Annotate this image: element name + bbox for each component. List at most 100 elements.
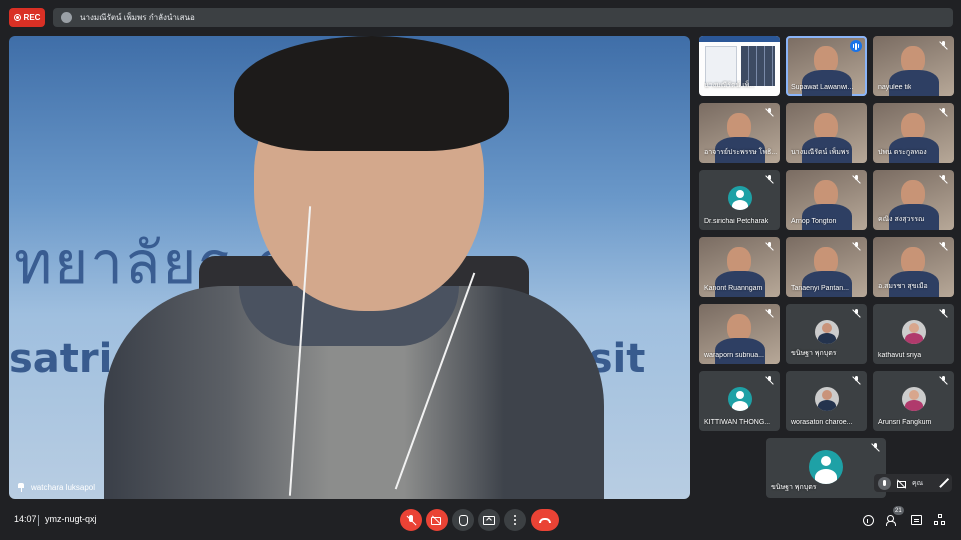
participant-name: ขนิษฐา พุกบุตร — [771, 484, 817, 491]
mic-off-icon — [871, 443, 880, 452]
meeting-details-button[interactable] — [861, 513, 875, 527]
participant-name: ขนิษฐา พุกบุตร — [791, 350, 837, 357]
participant-tile[interactable]: อ.สมรชา สุขเมือ — [873, 237, 954, 297]
participant-tile[interactable]: นางมณีรัตน์ เพ็... — [699, 36, 780, 96]
participant-tile[interactable]: waraporn subnua... — [699, 304, 780, 364]
participant-name: Arnop Tongton — [791, 218, 837, 225]
more-options-button[interactable] — [504, 509, 526, 531]
leave-call-button[interactable] — [531, 509, 559, 531]
pin-icon[interactable] — [17, 483, 25, 492]
mic-off-icon — [852, 376, 861, 385]
hangup-icon — [539, 517, 551, 523]
participant-name: นางมณีรัตน์ เพ็มพร — [791, 149, 850, 156]
participant-name: ปพน ตระกูลทอง — [878, 149, 927, 156]
participant-name: KITTIWAN THONG... — [704, 419, 771, 426]
avatar — [727, 186, 752, 210]
mic-off-icon — [939, 242, 948, 251]
mic-off-icon — [406, 514, 416, 526]
present-screen-button[interactable] — [478, 509, 500, 531]
participant-name: Kanont Ruanngam — [704, 285, 763, 292]
avatar — [901, 320, 926, 344]
participant-name: Dr.sirichai Petcharak — [704, 218, 769, 225]
mic-off-icon — [939, 175, 948, 184]
camera-toggle-button[interactable] — [426, 509, 448, 531]
participant-count-badge: 21 — [893, 506, 904, 515]
avatar — [809, 450, 843, 484]
recording-badge: REC — [9, 8, 45, 27]
participant-tile[interactable]: worasaton charoe... — [786, 371, 867, 431]
mic-off-icon — [939, 309, 948, 318]
mic-off-icon — [939, 41, 948, 50]
participant-tile[interactable]: อาจารย์ประพรรษ โพธิ... — [699, 103, 780, 163]
participant-tile[interactable]: kathavut sriya — [873, 304, 954, 364]
self-camera-off-icon[interactable] — [895, 477, 908, 490]
participant-name: นางมณีรัตน์ เพ็... — [704, 82, 756, 89]
bottom-toolbar: 14:07 ymz-nugt-qxj — [0, 506, 961, 540]
participant-name: อ.สมรชา สุขเมือ — [878, 283, 928, 290]
main-speaker-label: watchara luksapol — [17, 483, 95, 492]
backdrop-banner-en-left: satri — [9, 336, 113, 382]
record-icon — [13, 14, 21, 21]
avatar — [814, 387, 839, 411]
speaking-indicator-icon — [850, 40, 862, 52]
participant-name: nayulee tik — [878, 84, 912, 91]
participant-tile[interactable]: Arunsri Fangkum — [873, 371, 954, 431]
chat-icon — [910, 515, 922, 525]
participant-tile[interactable]: Supawat Lawanwi... — [786, 36, 867, 96]
people-button[interactable] — [885, 513, 899, 527]
main-speaker-video[interactable]: ทยาลัยร ภเทพส satri rsit watchara luksap… — [9, 36, 690, 499]
meeting-code: ymz-nugt-qxj — [45, 514, 97, 524]
info-icon — [862, 514, 874, 526]
participant-name: worasaton charoe... — [791, 419, 853, 426]
main-speaker-name: watchara luksapol — [31, 483, 96, 492]
participant-tile[interactable]: KITTIWAN THONG... — [699, 371, 780, 431]
mic-off-icon — [765, 309, 774, 318]
chat-button[interactable] — [909, 513, 923, 527]
self-view-controls[interactable]: คุณ — [874, 474, 952, 492]
participant-tile[interactable]: Dr.sirichai Petcharak — [699, 170, 780, 230]
participant-name: Tanaenyi Pantan... — [791, 285, 849, 292]
mic-off-icon — [765, 242, 774, 251]
participant-name: Supawat Lawanwi... — [791, 84, 854, 91]
participant-name: Arunsri Fangkum — [878, 419, 932, 426]
raise-hand-button[interactable] — [452, 509, 474, 531]
avatar — [814, 320, 839, 344]
participant-name: kathavut sriya — [878, 352, 922, 359]
activities-button[interactable] — [933, 513, 947, 527]
participant-name: คณิง สงสุวรรณ — [878, 216, 925, 223]
more-options-icon — [513, 514, 517, 526]
presenter-avatar — [61, 12, 72, 23]
participant-tile[interactable]: ขนิษฐา พุกบุตร — [766, 438, 886, 498]
speaker-hair — [234, 36, 509, 151]
mic-toggle-button[interactable] — [400, 509, 422, 531]
mic-off-icon — [765, 108, 774, 117]
participant-name: อาจารย์ประพรรษ โพธิ... — [704, 149, 778, 156]
clock: 14:07 — [14, 514, 37, 524]
participant-tile[interactable]: ขนิษฐา พุกบุตร — [786, 304, 867, 364]
participant-tile[interactable]: Tanaenyi Pantan... — [786, 237, 867, 297]
mic-off-icon — [939, 108, 948, 117]
participant-tile[interactable]: นางมณีรัตน์ เพ็มพร — [786, 103, 867, 163]
expand-icon[interactable] — [938, 478, 948, 488]
self-mic-icon[interactable] — [878, 476, 891, 490]
participant-tile[interactable]: nayulee tik — [873, 36, 954, 96]
avatar — [727, 387, 752, 411]
present-screen-icon — [483, 515, 495, 525]
people-icon — [886, 515, 898, 526]
participant-tile[interactable]: ปพน ตระกูลทอง — [873, 103, 954, 163]
avatar — [901, 387, 926, 411]
mic-off-icon — [852, 242, 861, 251]
self-label: คุณ — [912, 479, 924, 487]
participant-tile[interactable]: คณิง สงสุวรรณ — [873, 170, 954, 230]
participant-tile[interactable]: Kanont Ruanngam — [699, 237, 780, 297]
mic-off-icon — [852, 309, 861, 318]
shared-screen-titlebar — [699, 36, 780, 42]
mic-off-icon — [765, 376, 774, 385]
mic-off-icon — [939, 376, 948, 385]
mic-off-icon — [852, 175, 861, 184]
recording-label: REC — [23, 13, 41, 22]
presenting-banner[interactable]: นางมณีรัตน์ เพ็มพร กำลังนำเสนอ — [53, 8, 953, 27]
raise-hand-icon — [458, 514, 468, 526]
camera-off-icon — [431, 515, 443, 525]
participant-tile[interactable]: Arnop Tongton — [786, 170, 867, 230]
